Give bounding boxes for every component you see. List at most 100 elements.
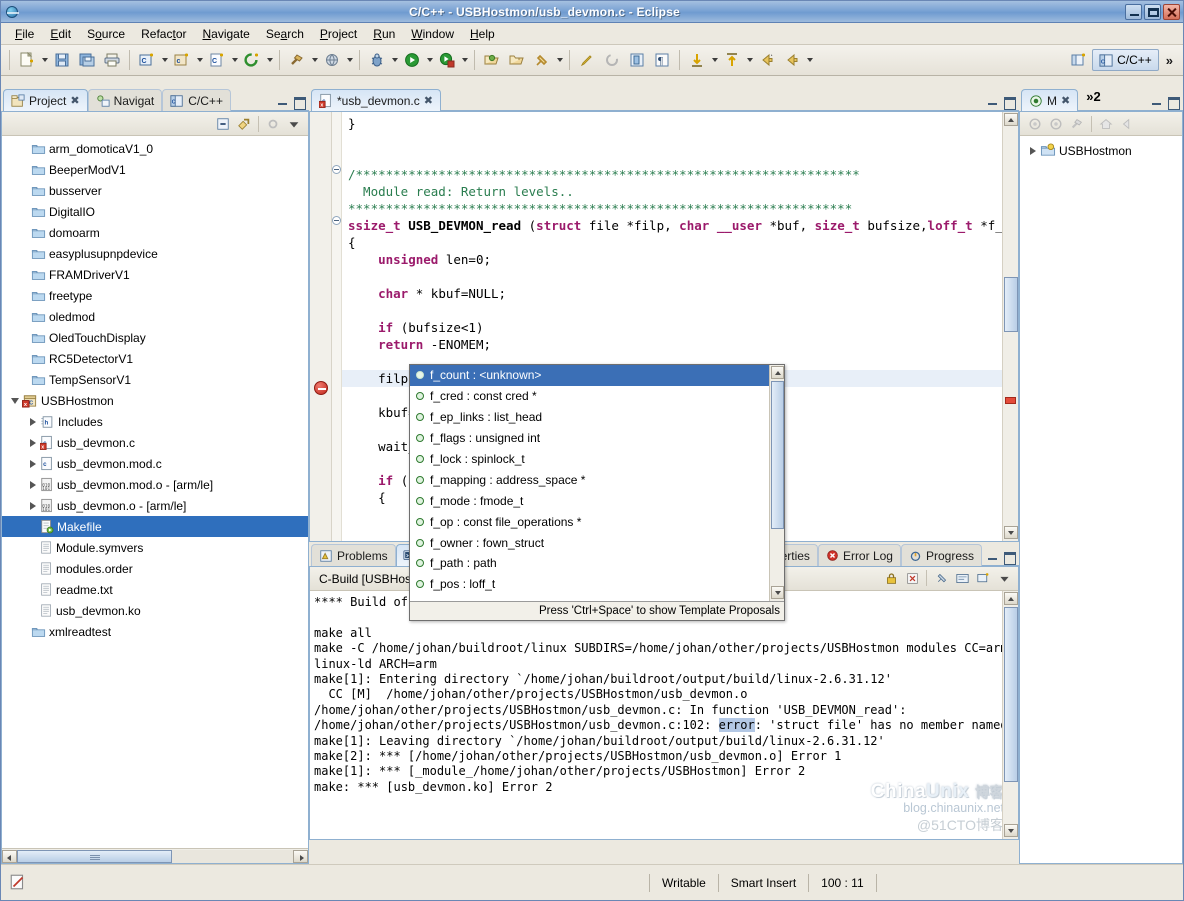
code-line[interactable]	[342, 132, 1002, 149]
back-icon[interactable]	[1118, 115, 1136, 133]
new-c-project-dropdown-arrow[interactable]	[160, 48, 169, 72]
minimize-editor-icon[interactable]	[986, 95, 999, 108]
print-icon[interactable]	[100, 48, 124, 72]
link-with-editor-icon[interactable]	[235, 115, 253, 133]
run-external-dropdown-arrow[interactable]	[460, 48, 469, 72]
project-tree[interactable]: arm_domoticaV1_0 BeeperModV1 busserver Digi…	[2, 136, 308, 848]
console-menu-icon[interactable]	[995, 570, 1013, 588]
editor-folding-column[interactable]	[331, 112, 342, 541]
tree-item-rc5detectorv1[interactable]: RC5DetectorV1	[2, 348, 308, 369]
code-line[interactable]: if (bufsize<1)	[342, 319, 1002, 336]
close-icon[interactable]: ✖	[70, 94, 79, 107]
scroll-up-icon[interactable]	[1004, 592, 1018, 605]
tab-project-explorer[interactable]: Project ✖	[3, 89, 88, 111]
debug-icon[interactable]	[365, 48, 389, 72]
tree-item-oledmod[interactable]: oledmod	[2, 306, 308, 327]
display-console-icon[interactable]	[953, 570, 971, 588]
menu-edit[interactable]: Edit	[42, 25, 79, 43]
tree-item-easyplusupnpdevice[interactable]: easyplusupnpdevice	[2, 243, 308, 264]
tree-item-oledtouchdisplay[interactable]: OledTouchDisplay	[2, 327, 308, 348]
tree-item-usb-devmon-ko[interactable]: usb_devmon.ko	[2, 600, 308, 621]
tree-item-modules-order[interactable]: modules.order	[2, 558, 308, 579]
perspective-c-cpp-button[interactable]: C C/C++	[1092, 49, 1159, 71]
tab-make-target[interactable]: M ✖	[1021, 89, 1079, 111]
forward-icon[interactable]	[780, 48, 804, 72]
content-assist-item[interactable]: f_path : path	[410, 553, 769, 574]
refresh-icon[interactable]	[600, 48, 624, 72]
fold-toggle-icon[interactable]	[331, 216, 341, 225]
scroll-up-icon[interactable]	[1004, 113, 1018, 126]
console-output[interactable]: **** Build of configuration Default for …	[310, 591, 1002, 839]
tab-progress[interactable]: Progress	[900, 544, 982, 566]
tree-item-usb-devmon-c[interactable]: cxusb_devmon.c	[2, 432, 308, 453]
tree-item-domoarm[interactable]: domoarm	[2, 222, 308, 243]
run-external-tools-icon[interactable]	[435, 48, 459, 72]
scroll-left-icon[interactable]	[2, 849, 17, 863]
maximize-view-icon[interactable]	[292, 95, 306, 110]
twisty-closed-icon[interactable]	[26, 499, 40, 513]
maximize-icon[interactable]	[1144, 3, 1161, 20]
pin-console-icon[interactable]	[932, 570, 950, 588]
tree-item-beepermodv1[interactable]: BeeperModV1	[2, 159, 308, 180]
tree-item-usb-devmon-mod-c[interactable]: c usb_devmon.mod.c	[2, 453, 308, 474]
scroll-down-icon[interactable]	[1004, 824, 1018, 837]
previous-annotation-dropdown-arrow[interactable]	[745, 48, 754, 72]
content-assist-list[interactable]: f_count : <unknown> f_cred : const cred *…	[410, 365, 769, 601]
tree-item-digitalio[interactable]: DigitalIO	[2, 201, 308, 222]
save-icon[interactable]	[50, 48, 74, 72]
view-menu-icon[interactable]	[285, 115, 303, 133]
scroll-right-icon[interactable]	[293, 849, 308, 863]
console-vscrollbar[interactable]	[1002, 591, 1018, 839]
scroll-down-icon[interactable]	[771, 586, 784, 599]
new-c-project-icon[interactable]: C	[135, 48, 159, 72]
content-assist-item[interactable]: f_mode : fmode_t	[410, 490, 769, 511]
code-line[interactable]: ****************************************…	[342, 200, 1002, 217]
tree-item-busserver[interactable]: busserver	[2, 180, 308, 201]
menu-search[interactable]: Search	[258, 25, 312, 43]
tree-item-freetype[interactable]: freetype	[2, 285, 308, 306]
scroll-down-icon[interactable]	[1004, 526, 1018, 539]
tab-problems[interactable]: Problems	[311, 544, 396, 566]
new-c-class-icon[interactable]: c	[170, 48, 194, 72]
next-annotation-icon[interactable]	[685, 48, 709, 72]
error-marker-icon[interactable]	[314, 381, 328, 395]
content-assist-item[interactable]: f_count : <unknown>	[410, 365, 769, 386]
code-line[interactable]	[342, 268, 1002, 285]
tree-item-usbhostmon[interactable]: Cx USBHostmon	[2, 390, 308, 411]
content-assist-popup[interactable]: f_count : <unknown> f_cred : const cred *…	[409, 364, 785, 621]
clear-console-icon[interactable]	[903, 570, 921, 588]
content-assist-item[interactable]: f_lock : spinlock_t	[410, 449, 769, 470]
highlight-pen-icon[interactable]	[575, 48, 599, 72]
code-line[interactable]: {	[342, 234, 1002, 251]
code-line[interactable]: return -ENOMEM;	[342, 336, 1002, 353]
menu-file[interactable]: File	[7, 25, 42, 43]
code-line[interactable]: Module read: Return levels..	[342, 183, 1002, 200]
fold-toggle-icon[interactable]	[331, 165, 341, 174]
close-icon[interactable]: ✖	[424, 94, 433, 107]
menu-window[interactable]: Window	[403, 25, 462, 43]
new-c-source-dropdown-arrow[interactable]	[230, 48, 239, 72]
twisty-closed-icon[interactable]	[26, 415, 40, 429]
tree-item-usb-devmon-o-arm-le-[interactable]: 010 101 usb_devmon.o - [arm/le]	[2, 495, 308, 516]
forward-dropdown-arrow[interactable]	[805, 48, 814, 72]
marker-pin-icon[interactable]	[530, 48, 554, 72]
minimize-view-icon[interactable]	[276, 95, 289, 108]
twisty-closed-icon[interactable]	[26, 436, 40, 450]
make-target-item[interactable]: USBHostmon	[1020, 140, 1182, 161]
editor-gutter[interactable]	[310, 112, 332, 541]
content-assist-item[interactable]: f_mapping : address_space *	[410, 469, 769, 490]
tree-item-includes[interactable]: h Includes	[2, 411, 308, 432]
show-whitespace-icon[interactable]: ¶	[650, 48, 674, 72]
content-assist-item[interactable]: f_cred : const cred *	[410, 386, 769, 407]
vscroll-thumb[interactable]	[1004, 607, 1018, 782]
error-overview-marker[interactable]	[1005, 397, 1016, 404]
vscroll-thumb[interactable]	[1004, 277, 1018, 332]
code-line[interactable]: /***************************************…	[342, 166, 1002, 183]
content-assist-item[interactable]: f_op : const file_operations *	[410, 511, 769, 532]
lock-console-icon[interactable]	[882, 570, 900, 588]
hscroll-thumb[interactable]	[17, 849, 172, 863]
content-assist-item[interactable]: f_owner : fown_struct	[410, 532, 769, 553]
open-resource-icon[interactable]	[480, 48, 504, 72]
tree-item-xmlreadtest[interactable]: xmlreadtest	[2, 621, 308, 642]
toggle-block-selection-icon[interactable]	[625, 48, 649, 72]
